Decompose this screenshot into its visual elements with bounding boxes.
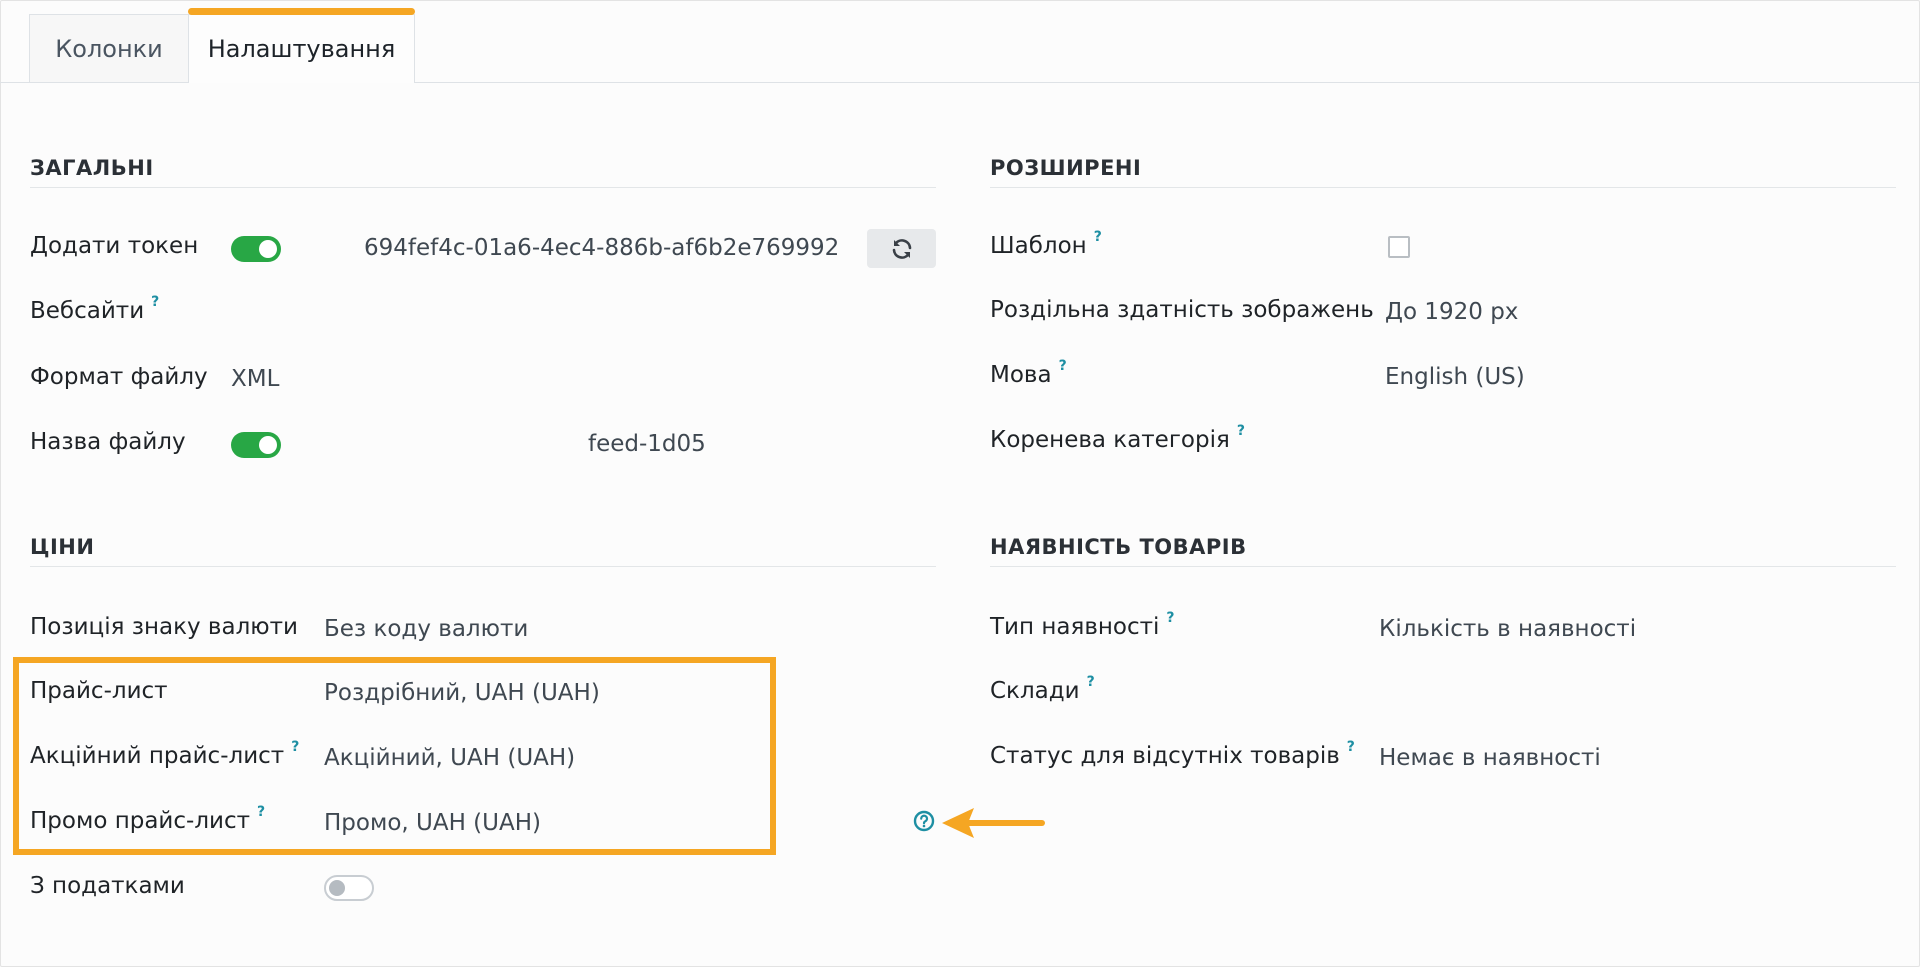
image-resolution-label: Роздільна здатність зображень bbox=[990, 297, 1374, 323]
warehouses-label: Склади bbox=[990, 678, 1080, 704]
tab-bar: Колонки Налаштування bbox=[0, 0, 1920, 83]
highlight-box bbox=[13, 657, 776, 855]
file-name-value[interactable]: feed-1d05 bbox=[588, 431, 706, 457]
prices-section-title: ЦІНИ bbox=[30, 535, 95, 559]
prices-divider bbox=[30, 566, 936, 567]
warehouses-field: Склади? bbox=[990, 674, 1095, 704]
template-field: Шаблон? bbox=[990, 229, 1102, 259]
question-circle-icon[interactable] bbox=[913, 810, 935, 832]
warehouses-help-icon[interactable]: ? bbox=[1087, 674, 1095, 690]
template-help-icon[interactable]: ? bbox=[1094, 229, 1102, 245]
template-checkbox[interactable] bbox=[1388, 236, 1410, 258]
add-token-label: Додати токен bbox=[30, 233, 199, 259]
general-divider bbox=[30, 187, 936, 188]
websites-help-icon[interactable]: ? bbox=[151, 294, 159, 310]
tab-columns[interactable]: Колонки bbox=[29, 14, 189, 82]
general-section-title: ЗАГАЛЬНІ bbox=[30, 156, 154, 180]
root-category-field: Коренева категорія? bbox=[990, 423, 1245, 453]
missing-status-label: Статус для відсутніх товарів bbox=[990, 743, 1340, 769]
advanced-section-title: РОЗШИРЕНІ bbox=[990, 156, 1142, 180]
language-value[interactable]: English (US) bbox=[1385, 364, 1525, 390]
image-resolution-value[interactable]: До 1920 px bbox=[1385, 299, 1518, 325]
tab-settings-label: Налаштування bbox=[207, 35, 396, 63]
refresh-token-button[interactable] bbox=[867, 229, 936, 268]
add-token-toggle[interactable] bbox=[231, 236, 281, 262]
advanced-divider bbox=[990, 187, 1896, 188]
missing-status-value[interactable]: Немає в наявності bbox=[1379, 745, 1601, 771]
availability-type-label: Тип наявності bbox=[990, 614, 1160, 640]
root-category-label: Коренева категорія bbox=[990, 427, 1230, 453]
websites-field: Вебсайти? bbox=[30, 294, 159, 324]
file-name-toggle[interactable] bbox=[231, 432, 281, 458]
language-label: Мова bbox=[990, 362, 1052, 388]
tab-columns-label: Колонки bbox=[55, 34, 163, 63]
arrow-left-icon bbox=[942, 808, 1045, 838]
with-taxes-toggle[interactable] bbox=[324, 875, 374, 901]
missing-status-help-icon[interactable]: ? bbox=[1347, 739, 1355, 755]
language-field: Мова? bbox=[990, 358, 1067, 388]
root-category-help-icon[interactable]: ? bbox=[1237, 423, 1245, 439]
missing-status-field: Статус для відсутніх товарів? bbox=[990, 739, 1355, 769]
refresh-icon bbox=[892, 238, 911, 259]
websites-label: Вебсайти bbox=[30, 298, 145, 324]
tab-settings[interactable]: Налаштування bbox=[188, 14, 415, 83]
language-help-icon[interactable]: ? bbox=[1059, 358, 1067, 374]
availability-section-title: НАЯВНІСТЬ ТОВАРІВ bbox=[990, 535, 1247, 559]
token-value: 694fef4c-01a6-4ec4-886b-af6b2e769992 bbox=[364, 235, 840, 261]
availability-type-value[interactable]: Кількість в наявності bbox=[1379, 616, 1636, 642]
with-taxes-label: З податками bbox=[30, 873, 185, 899]
file-format-label: Формат файлу bbox=[30, 364, 208, 390]
template-label: Шаблон bbox=[990, 233, 1087, 259]
file-name-label: Назва файлу bbox=[30, 429, 186, 455]
availability-divider bbox=[990, 566, 1896, 567]
availability-type-help-icon[interactable]: ? bbox=[1166, 610, 1174, 626]
currency-position-value[interactable]: Без коду валюти bbox=[324, 616, 528, 642]
availability-type-field: Тип наявності? bbox=[990, 610, 1175, 640]
active-tab-indicator bbox=[188, 8, 415, 15]
file-format-value[interactable]: XML bbox=[231, 366, 279, 392]
currency-position-label: Позиція знаку валюти bbox=[30, 614, 298, 640]
